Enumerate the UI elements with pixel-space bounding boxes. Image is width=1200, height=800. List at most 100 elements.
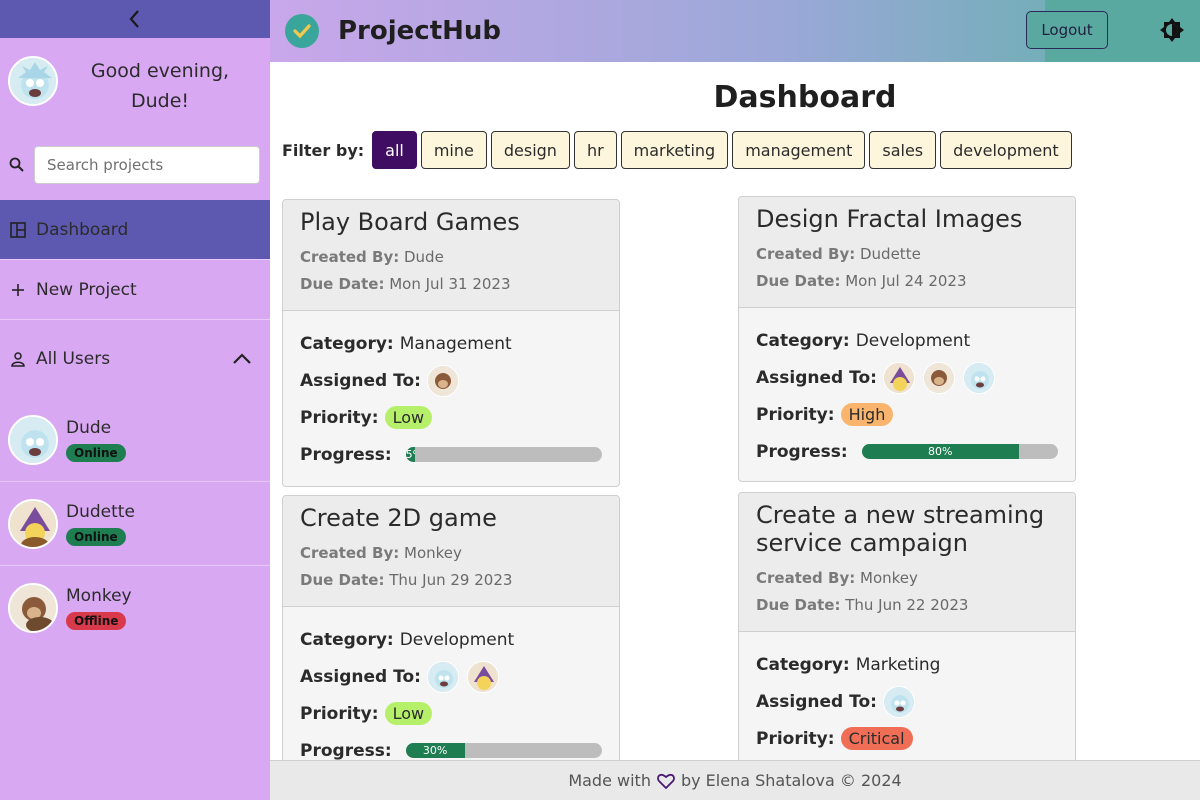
chevron-up-icon	[233, 353, 251, 364]
created-by-label: Created By:	[756, 569, 856, 587]
assignee-avatar	[922, 361, 955, 394]
created-by-value: Monkey	[860, 569, 918, 587]
status-badge: Online	[66, 443, 126, 462]
greeting-line1: Good evening,	[90, 60, 230, 82]
project-title: Design Fractal Images	[756, 205, 1023, 233]
progress-fill: 30%	[405, 743, 465, 758]
category-label: Category:	[756, 330, 850, 351]
due-date-value: Thu Jun 22 2023	[845, 596, 969, 614]
footer-credit: by Elena Shatalova © 2024	[680, 771, 902, 790]
all-users-toggle[interactable]: All Users	[0, 320, 270, 398]
filter-management[interactable]: management	[732, 131, 866, 169]
due-date-label: Due Date:	[756, 272, 841, 290]
sidebar-nav: Dashboard New Project All Users Dude Onl…	[0, 200, 270, 650]
priority-label: Priority:	[756, 404, 835, 425]
chevron-left-icon	[129, 10, 139, 28]
assigned-to-label: Assigned To:	[756, 367, 877, 388]
filter-development[interactable]: development	[940, 131, 1072, 169]
filter-sales[interactable]: sales	[869, 131, 937, 169]
project-title: Create 2D game	[300, 504, 497, 532]
project-card[interactable]: Play Board Games Created By: Dude Due Da…	[282, 199, 620, 487]
sidebar-item-dashboard[interactable]: Dashboard	[0, 200, 270, 260]
project-card[interactable]: Design Fractal Images Created By: Dudett…	[738, 196, 1076, 482]
current-user-avatar	[8, 56, 58, 106]
created-by-label: Created By:	[300, 248, 400, 266]
created-by-value: Dudette	[860, 245, 921, 263]
priority-badge: Critical	[840, 727, 913, 750]
filter-hr[interactable]: hr	[573, 131, 617, 169]
assigned-to-label: Assigned To:	[300, 666, 421, 687]
sidebar: Good evening, Dude! Dashboard New Projec…	[0, 0, 270, 800]
progress-fill: 80%	[861, 444, 1019, 459]
category-value: Marketing	[855, 654, 941, 675]
user-icon	[10, 351, 26, 367]
heart-icon	[657, 773, 675, 789]
project-card[interactable]: Create a new streaming service campaign …	[738, 492, 1076, 760]
filter-mine[interactable]: mine	[420, 131, 487, 169]
greeting-line2: Dude!	[130, 90, 190, 112]
category-value: Development	[399, 629, 515, 650]
search-bar	[8, 146, 260, 184]
status-badge: Offline	[66, 612, 127, 630]
sidebar-item-label: Dashboard	[36, 219, 129, 240]
search-icon	[9, 157, 24, 172]
category-value: Management	[399, 333, 512, 354]
filter-marketing[interactable]: marketing	[620, 131, 729, 169]
due-date-label: Due Date:	[300, 571, 385, 589]
created-by-value: Dude	[404, 248, 444, 266]
search-input[interactable]	[34, 146, 260, 184]
assigned-to-label: Assigned To:	[756, 691, 877, 712]
collapse-sidebar-button[interactable]	[0, 0, 270, 38]
due-date-label: Due Date:	[300, 275, 385, 293]
assignee-avatar	[426, 364, 459, 397]
filter-all[interactable]: all	[372, 131, 417, 169]
progress-label: Progress:	[300, 740, 392, 761]
created-by-value: Monkey	[404, 544, 462, 562]
category-value: Development	[855, 330, 971, 351]
user-name: Dudette	[66, 501, 135, 522]
theme-toggle-icon[interactable]	[1158, 14, 1186, 46]
assignee-avatar	[466, 660, 499, 693]
priority-badge: Low	[384, 702, 433, 725]
logout-button[interactable]: Logout	[1026, 11, 1108, 49]
progress-bar: 30%	[405, 743, 602, 758]
footer: Made with by Elena Shatalova © 2024	[270, 760, 1200, 800]
assignee-avatar	[426, 660, 459, 693]
category-label: Category:	[300, 629, 394, 650]
user-list-item[interactable]: Monkey Offline	[0, 566, 270, 650]
project-title: Play Board Games	[300, 208, 520, 236]
due-date-label: Due Date:	[756, 596, 841, 614]
user-list-item[interactable]: Dudette Online	[0, 482, 270, 566]
main-content: Dashboard Filter by: all mine design hr …	[270, 62, 1200, 760]
footer-made-with: Made with	[568, 771, 651, 790]
assignee-avatar	[882, 361, 915, 394]
filter-label: Filter by:	[282, 140, 365, 160]
project-title: Create a new streaming service campaign	[756, 501, 1045, 557]
avatar	[8, 498, 58, 549]
progress-fill: 5%	[405, 447, 416, 462]
user-list-item[interactable]: Dude Online	[0, 398, 270, 482]
created-by-label: Created By:	[300, 544, 400, 562]
sidebar-item-new-project[interactable]: New Project	[0, 260, 270, 320]
all-users-label: All Users	[36, 349, 111, 369]
due-date-value: Mon Jul 31 2023	[389, 275, 511, 293]
project-card[interactable]: Create 2D game Created By: Monkey Due Da…	[282, 495, 620, 760]
user-name: Monkey	[66, 586, 132, 606]
avatar	[8, 583, 58, 633]
filter-design[interactable]: design	[490, 131, 570, 169]
category-label: Category:	[300, 333, 394, 354]
plus-icon	[10, 282, 26, 298]
check-logo-icon	[285, 14, 319, 48]
category-label: Category:	[756, 654, 850, 675]
avatar	[8, 414, 58, 465]
user-name: Dude	[66, 417, 112, 438]
due-date-value: Thu Jun 29 2023	[389, 571, 513, 589]
assignee-avatar	[962, 361, 995, 394]
priority-label: Priority:	[300, 703, 379, 724]
progress-label: Progress:	[300, 444, 392, 465]
filter-bar: Filter by: all mine design hr marketing …	[282, 131, 1200, 169]
progress-bar: 5%	[405, 447, 602, 462]
priority-label: Priority:	[300, 407, 379, 428]
assignee-avatar	[882, 685, 915, 718]
top-header: ProjectHub Logout	[270, 0, 1200, 62]
